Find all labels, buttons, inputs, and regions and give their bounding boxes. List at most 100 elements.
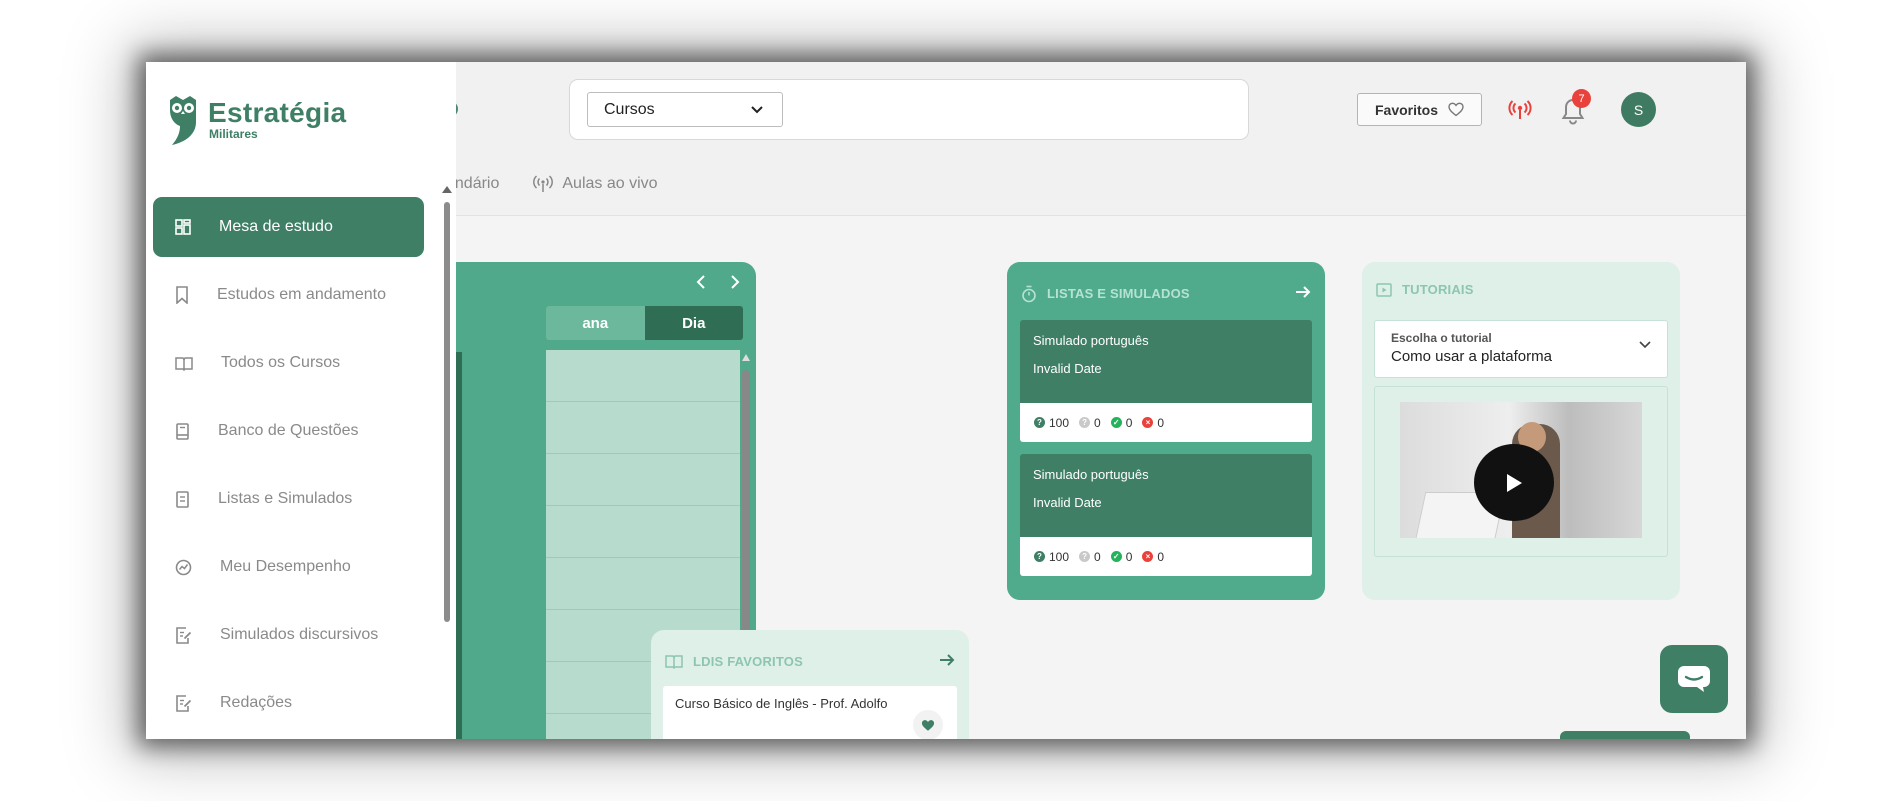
simulado-item[interactable]: Simulado português Invalid Date ? 100 ? 0 … (1020, 454, 1312, 576)
x-icon: × (1142, 417, 1154, 428)
calendar-slot[interactable] (546, 350, 740, 402)
arrow-right-icon[interactable] (1295, 282, 1311, 305)
stat-correct-value: 0 (1125, 415, 1133, 430)
stat-correct-value: 0 (1125, 549, 1133, 564)
stat-wrong: × 0 (1142, 550, 1164, 564)
sidebar-item-label: Estudos em andamento (217, 286, 386, 303)
stat-wrong-value: 0 (1157, 415, 1165, 430)
chat-bubble-icon (1678, 666, 1710, 692)
sidebar-item-listas-e-simulados[interactable]: Listas e Simulados (153, 469, 424, 529)
chart-circle-icon (175, 559, 192, 575)
calendar-scrollbar[interactable] (742, 354, 750, 675)
tutorial-select-label: Escolha o tutorial (1391, 331, 1492, 345)
stat-total-value: 100 (1049, 549, 1070, 564)
tutorial-select-value: Como usar a plataforma (1391, 348, 1552, 365)
owl-logo-icon (170, 96, 196, 145)
arrow-right-icon[interactable] (939, 650, 955, 673)
ldis-title: LDIS FAVORITOS (693, 654, 803, 669)
ldis-favorite-item[interactable]: Curso Básico de Inglês - Prof. Adolfo (663, 686, 957, 739)
simulado-date: Invalid Date (1033, 361, 1102, 376)
user-avatar[interactable]: S (1621, 92, 1656, 127)
simulado-stats: ? 100 ? 0 ✓ 0 × 0 (1020, 403, 1312, 442)
question-icon: ? (1034, 417, 1045, 428)
sidebar-item-mesa-de-estudo[interactable]: Mesa de estudo (153, 197, 424, 257)
tutorial-video-frame (1374, 386, 1668, 557)
simulado-info: Simulado português Invalid Date (1020, 320, 1312, 403)
play-icon (1507, 473, 1522, 492)
sidebar-item-label: Redações (220, 694, 293, 711)
logo-title: Estratégia (208, 97, 347, 128)
tutorial-select[interactable]: Escolha o tutorial Como usar a plataform… (1374, 320, 1668, 378)
tab-aulas-ao-vivo-label: Aulas ao vivo (562, 175, 658, 192)
view-week-button[interactable]: ana (546, 306, 645, 340)
play-button[interactable] (1474, 444, 1554, 521)
book-icon (176, 422, 189, 440)
book-open-icon (175, 356, 193, 371)
stat-wrong: × 0 (1142, 416, 1164, 430)
sidebar-scrollbar[interactable] (442, 186, 452, 739)
x-icon: × (1142, 551, 1154, 562)
favorite-heart-button[interactable] (913, 710, 943, 739)
tutoriais-card: TUTORIAIS Escolha o tutorial Como usar a… (1362, 262, 1680, 600)
play-square-icon (1376, 282, 1392, 297)
tutoriais-title: TUTORIAIS (1402, 282, 1474, 297)
calendar-event-strip (456, 352, 462, 739)
view-day-button[interactable]: Dia (644, 306, 743, 340)
bottom-action-button[interactable] (1560, 731, 1690, 739)
scroll-up-arrow-icon[interactable] (742, 354, 750, 361)
calendar-view-switch: ana Dia (546, 306, 743, 340)
logo[interactable]: Estratégia Militares (168, 94, 346, 146)
top-nav-tabs: endário Aulas ao vivo (446, 175, 658, 193)
stopwatch-icon (1022, 285, 1036, 302)
check-icon: ✓ (1110, 417, 1122, 428)
dashboard-icon (175, 219, 191, 235)
calendar-slot[interactable] (546, 558, 740, 610)
sidebar-scroll-thumb[interactable] (444, 202, 450, 622)
chevron-right-icon[interactable] (730, 274, 740, 290)
sidebar-item-meu-desempenho[interactable]: Meu Desempenho (153, 537, 424, 597)
notification-count-badge: 7 (1572, 89, 1591, 108)
live-broadcast-icon[interactable] (1508, 98, 1532, 122)
chat-button[interactable] (1660, 645, 1728, 713)
chevron-down-icon (751, 105, 763, 113)
unanswered-icon: ? (1079, 551, 1091, 562)
sidebar-item-label: Meu Desempenho (220, 558, 351, 575)
calendar-slot[interactable] (546, 506, 740, 558)
sidebar-item-label: Todos os Cursos (221, 354, 341, 371)
sidebar-item-redacoes[interactable]: Redações (153, 673, 424, 733)
calendar-slot[interactable] (546, 402, 740, 454)
logo-text: Estratégia Militares (208, 97, 347, 142)
search-category-value: Cursos (604, 100, 655, 118)
calendar-slot[interactable] (546, 454, 740, 506)
tutorial-video[interactable] (1400, 402, 1642, 538)
heart-icon (1448, 102, 1464, 117)
search-category-select[interactable]: Cursos (587, 92, 783, 127)
sidebar-item-label: Listas e Simulados (218, 490, 353, 507)
favorites-button[interactable]: Favoritos (1357, 93, 1482, 126)
simulado-item[interactable]: Simulado português Invalid Date ? 100 ? 0 … (1020, 320, 1312, 442)
search-bar[interactable]: Cursos (569, 79, 1249, 140)
list-doc-icon (176, 490, 189, 508)
tab-aulas-ao-vivo[interactable]: Aulas ao vivo (533, 175, 658, 193)
stat-total-value: 100 (1049, 415, 1070, 430)
simulado-date: Invalid Date (1033, 495, 1102, 510)
sidebar-item-label: Banco de Questões (218, 422, 359, 439)
check-icon: ✓ (1110, 551, 1122, 562)
stat-correct: ✓ 0 (1110, 549, 1133, 564)
stat-correct: ✓ 0 (1110, 415, 1133, 430)
stat-wrong-value: 0 (1157, 549, 1165, 564)
logo-subtitle: Militares (209, 127, 258, 141)
sidebar-item-banco-de-questoes[interactable]: Banco de Questões (153, 401, 424, 461)
heart-icon (921, 719, 935, 731)
favorites-label: Favoritos (1374, 101, 1438, 118)
sidebar-item-estudos-em-andamento[interactable]: Estudos em andamento (153, 265, 424, 325)
screenshot-stage: Cursos Favoritos 7 S endário Aulas ao vi… (0, 0, 1892, 801)
bookmark-icon (176, 286, 188, 304)
sidebar-item-todos-os-cursos[interactable]: Todos os Cursos (153, 333, 424, 393)
scroll-up-arrow-icon[interactable] (442, 186, 452, 193)
sidebar-item-simulados-discursivos[interactable]: Simulados discursivos (153, 605, 424, 665)
simulado-name: Simulado português (1033, 333, 1149, 348)
listas-title: LISTAS E SIMULADOS (1047, 286, 1190, 301)
ldis-header: LDIS FAVORITOS (665, 650, 955, 673)
chevron-left-icon[interactable] (696, 274, 706, 290)
